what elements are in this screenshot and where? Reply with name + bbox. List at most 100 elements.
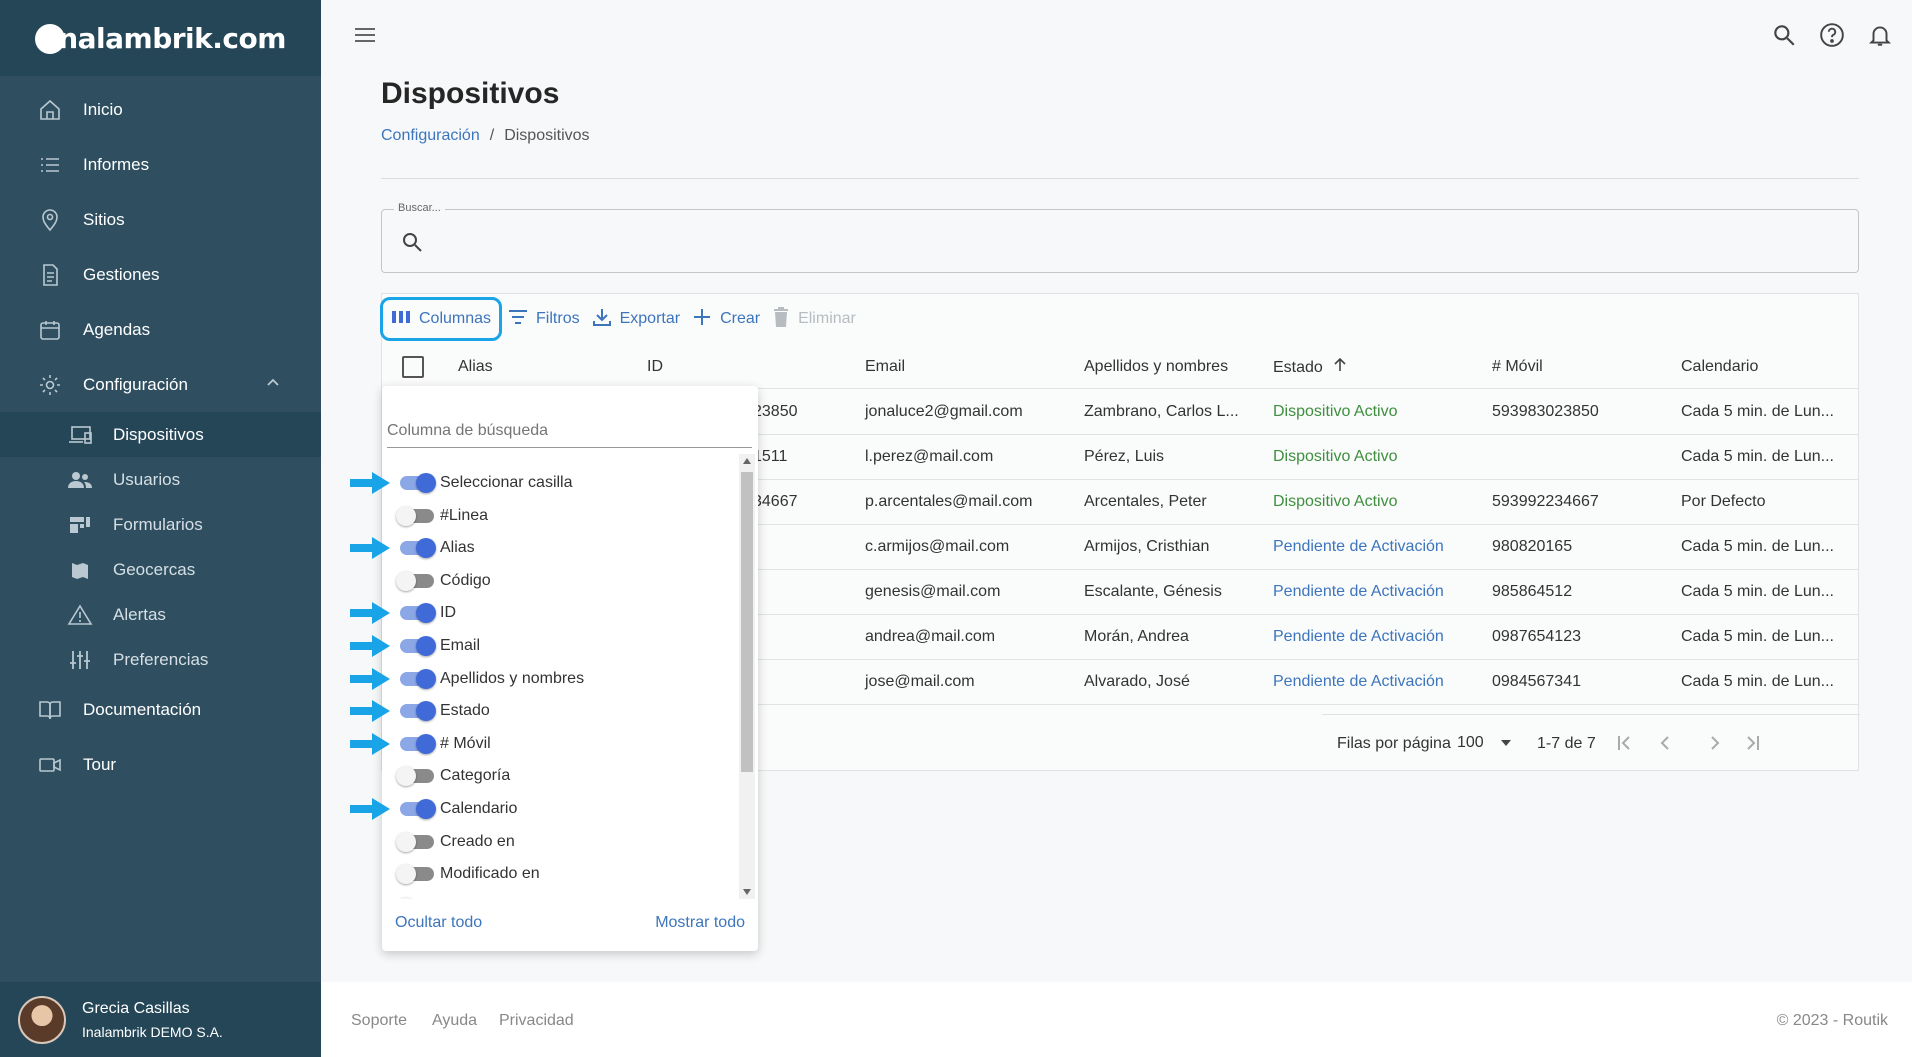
column-toggle-item[interactable]: Versión SO (382, 891, 737, 899)
column-toggle-item[interactable]: # Móvil (382, 728, 737, 760)
column-toggle-switch[interactable] (396, 766, 434, 787)
logo-text: inalambrik.com (49, 21, 286, 55)
arrow-right-icon (350, 667, 390, 690)
sidebar-item-label: Sitios (83, 209, 125, 229)
column-toggle-switch[interactable] (400, 733, 436, 754)
menu-toggle-icon[interactable] (352, 24, 378, 51)
column-toggle-item[interactable]: Email (382, 630, 737, 662)
sort-ascending-icon[interactable] (1333, 357, 1347, 376)
column-toggle-switch[interactable] (396, 570, 434, 591)
search-input[interactable] (442, 224, 1822, 258)
column-header-calendar[interactable]: Calendario (1681, 358, 1758, 376)
export-button[interactable]: Exportar (586, 299, 686, 339)
column-header-status[interactable]: Estado (1273, 357, 1347, 377)
column-toggle-switch[interactable] (396, 864, 434, 885)
column-toggle-item[interactable]: Alias (382, 532, 737, 564)
sidebar-item-tour[interactable]: Tour (0, 737, 321, 792)
user-company: Inalambrik DEMO S.A. (82, 1023, 223, 1040)
column-toggle-switch[interactable] (400, 701, 436, 722)
download-icon (592, 307, 612, 332)
column-toggle-label: Email (440, 637, 481, 654)
sidebar-item-documentacion[interactable]: Documentación (0, 682, 321, 737)
column-toggle-item[interactable]: Seleccionar casilla (382, 467, 737, 499)
column-toggle-item[interactable]: Creado en (382, 826, 737, 858)
cell-calendar: Cada 5 min. de Lun... (1681, 583, 1834, 600)
select-all-checkbox[interactable] (402, 356, 424, 378)
bell-icon[interactable] (1867, 22, 1893, 53)
sidebar-item-sitios[interactable]: Sitios (0, 192, 321, 247)
column-header-id[interactable]: ID (647, 358, 663, 376)
sidebar-item-gestiones[interactable]: Gestiones (0, 247, 321, 302)
column-toggle-switch[interactable] (396, 831, 434, 852)
rows-per-page-select[interactable]: 100 (1457, 734, 1512, 752)
column-header-email[interactable]: Email (865, 358, 905, 376)
column-toggle-item[interactable]: Estado (382, 695, 737, 727)
arrow-right-icon (350, 635, 390, 657)
column-toggle-switch[interactable] (400, 799, 436, 819)
scrollbar[interactable] (739, 454, 755, 899)
column-toggle-switch[interactable] (400, 473, 436, 493)
column-toggle-item[interactable]: ID (382, 597, 737, 629)
footer-link-soporte[interactable]: Soporte (351, 1012, 407, 1030)
caret-down-icon (1500, 734, 1512, 752)
sidebar-subitem-usuarios[interactable]: Usuarios (0, 457, 321, 502)
column-toggle-switch[interactable] (400, 538, 436, 559)
column-toggle-switch[interactable] (400, 668, 436, 689)
create-button[interactable]: Crear (686, 299, 766, 339)
warning-icon (66, 603, 94, 626)
delete-button[interactable]: Eliminar (766, 299, 862, 339)
column-toggle-switch[interactable] (400, 603, 436, 624)
first-page-icon[interactable] (1614, 732, 1636, 759)
breadcrumb-link-configuracion[interactable]: Configuración (381, 127, 480, 145)
user-profile[interactable]: Grecia Casillas Inalambrik DEMO S.A. (0, 982, 321, 1057)
sidebar-item-label: Configuración (83, 374, 188, 394)
avatar[interactable] (18, 995, 66, 1044)
column-header-mobile[interactable]: # Móvil (1492, 358, 1543, 376)
column-toggle-item[interactable]: Calendario (382, 793, 737, 825)
next-page-icon[interactable] (1703, 732, 1725, 759)
search-field[interactable]: Buscar... (381, 202, 1859, 273)
column-toggle-label: Alias (440, 539, 475, 557)
previous-page-icon[interactable] (1655, 732, 1677, 759)
filters-button[interactable]: Filtros (502, 299, 586, 339)
sidebar-item-inicio[interactable]: Inicio (0, 82, 321, 137)
column-toggle-item[interactable]: Modificado en (382, 858, 737, 890)
chevron-up-icon[interactable] (265, 375, 281, 396)
sidebar-item-informes[interactable]: Informes (0, 137, 321, 192)
sidebar-subitem-dispositivos[interactable]: Dispositivos (0, 412, 321, 457)
cell-status: Dispositivo Activo (1273, 493, 1398, 510)
column-header-alias[interactable]: Alias (458, 358, 493, 376)
column-toggle-switch[interactable] (396, 505, 434, 526)
column-toggle-switch[interactable] (400, 636, 436, 656)
sidebar-subitem-alertas[interactable]: Alertas (0, 592, 321, 637)
footer-link-privacidad[interactable]: Privacidad (499, 1012, 574, 1030)
scroll-thumb[interactable] (741, 472, 753, 772)
sidebar-subitem-preferencias[interactable]: Preferencias (0, 637, 321, 682)
column-toggle-item[interactable]: Apellidos y nombres (382, 663, 737, 695)
sidebar-item-agendas[interactable]: Agendas (0, 302, 321, 357)
form-icon (66, 514, 94, 536)
app-logo[interactable]: inalambrik.com (35, 22, 286, 55)
logo-bar: inalambrik.com (0, 0, 321, 76)
last-page-icon[interactable] (1741, 732, 1763, 759)
sidebar-subitem-geocercas[interactable]: Geocercas (0, 547, 321, 592)
toggle-knob (396, 864, 416, 885)
scroll-up-icon[interactable] (742, 457, 752, 465)
search-icon[interactable] (1771, 22, 1797, 53)
footer-link-ayuda[interactable]: Ayuda (432, 1012, 477, 1030)
help-icon[interactable] (1819, 22, 1845, 53)
column-toggle-item[interactable]: #Linea (382, 500, 737, 532)
column-header-name[interactable]: Apellidos y nombres (1084, 358, 1228, 376)
toggle-knob (416, 473, 436, 493)
column-search-input[interactable] (387, 414, 752, 448)
hide-all-button[interactable]: Ocultar todo (395, 914, 482, 932)
sidebar-item-configuracion[interactable]: Configuración (0, 357, 321, 412)
column-toggle-item[interactable]: Código (382, 565, 737, 597)
scroll-down-icon[interactable] (742, 888, 752, 896)
column-toggle-item[interactable]: Categoría (382, 760, 737, 792)
book-icon (37, 697, 63, 723)
columns-button[interactable]: Columnas (380, 297, 503, 341)
sidebar-subitem-formularios[interactable]: Formularios (0, 502, 321, 547)
breadcrumb-current: Dispositivos (504, 127, 590, 144)
show-all-button[interactable]: Mostrar todo (655, 914, 745, 932)
